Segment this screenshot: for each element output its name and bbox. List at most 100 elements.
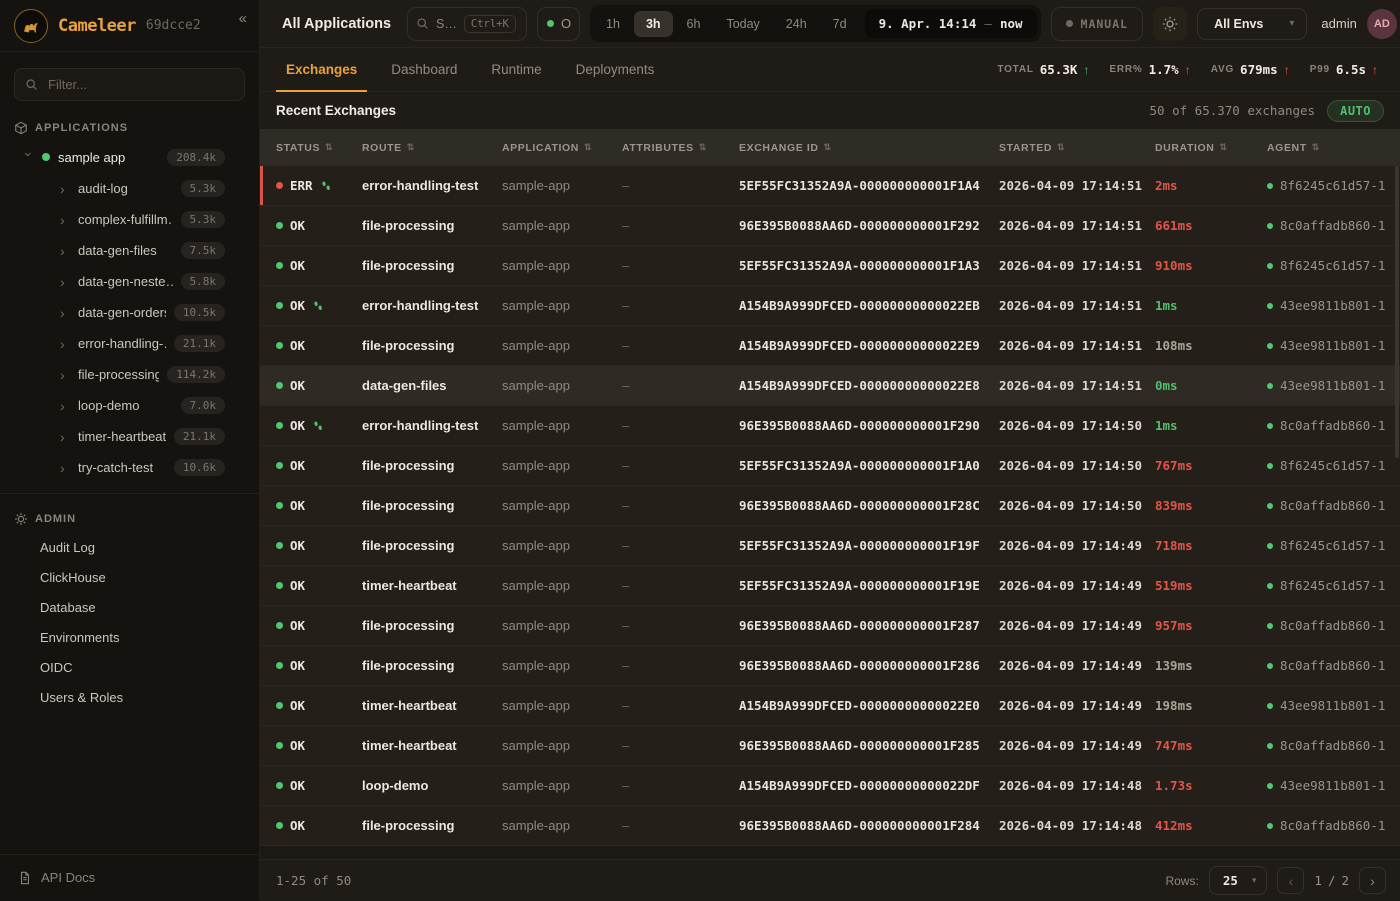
table-row[interactable]: OK file-processing sample-app – 5EF55FC3… bbox=[260, 246, 1400, 286]
agent-cell: 8c0affadb860-1 bbox=[1267, 658, 1400, 673]
column-header[interactable]: ATTRIBUTES ⇅ bbox=[622, 142, 739, 154]
route-label: data-gen-files bbox=[78, 243, 157, 258]
sidebar-route-item[interactable]: › try-catch-test 10.6k bbox=[0, 452, 259, 483]
global-search-box[interactable]: S… Ctrl+K bbox=[407, 7, 527, 41]
table-row[interactable]: OK file-processing sample-app – 96E395B0… bbox=[260, 206, 1400, 246]
table-row[interactable]: ERR error-handling-test sample-app – 5EF… bbox=[260, 166, 1400, 206]
status-cell: OK bbox=[276, 298, 362, 313]
sidebar-route-item[interactable]: › complex-fulfillm… 5.3k bbox=[0, 204, 259, 235]
route-cell: file-processing bbox=[362, 618, 502, 633]
table-row[interactable]: OK file-processing sample-app – A154B9A9… bbox=[260, 326, 1400, 366]
avatar[interactable]: AD bbox=[1367, 9, 1397, 39]
table-row[interactable]: OK timer-heartbeat sample-app – 5EF55FC3… bbox=[260, 566, 1400, 606]
column-header[interactable]: ROUTE ⇅ bbox=[362, 142, 502, 154]
chevron-right-icon[interactable]: › bbox=[60, 430, 70, 444]
duration-cell: 1ms bbox=[1155, 418, 1267, 433]
time-range-button[interactable]: Today bbox=[714, 11, 771, 37]
sidebar-route-item[interactable]: › data-gen-orders 10.5k bbox=[0, 297, 259, 328]
admin-menu-item[interactable]: Audit Log bbox=[0, 532, 259, 562]
sidebar-collapse-button[interactable]: « bbox=[239, 10, 247, 27]
chevron-down-icon[interactable]: › bbox=[22, 152, 36, 162]
chevron-right-icon[interactable]: › bbox=[60, 337, 70, 351]
tab[interactable]: Runtime bbox=[481, 48, 551, 91]
status-dot bbox=[276, 542, 283, 549]
agent-status-dot bbox=[1267, 783, 1273, 789]
column-header[interactable]: APPLICATION ⇅ bbox=[502, 142, 622, 154]
admin-menu-item[interactable]: Users & Roles bbox=[0, 682, 259, 712]
table-row[interactable]: OK timer-heartbeat sample-app – 96E395B0… bbox=[260, 726, 1400, 766]
filter-input[interactable] bbox=[46, 76, 234, 93]
agent-status-dot bbox=[1267, 263, 1273, 269]
status-dot bbox=[276, 662, 283, 669]
chevron-right-icon[interactable]: › bbox=[60, 275, 70, 289]
table-row[interactable]: OK file-processing sample-app – 5EF55FC3… bbox=[260, 526, 1400, 566]
chevron-right-icon[interactable]: › bbox=[60, 213, 70, 227]
chevron-right-icon[interactable]: › bbox=[60, 399, 70, 413]
sidebar-route-item[interactable]: › data-gen-files 7.5k bbox=[0, 235, 259, 266]
filter-box[interactable] bbox=[14, 68, 245, 101]
table-row[interactable]: OK data-gen-files sample-app – A154B9A99… bbox=[260, 366, 1400, 406]
chevron-right-icon[interactable]: › bbox=[60, 461, 70, 475]
route-tree: › audit-log 5.3k › complex-fulfillm… 5.3… bbox=[0, 173, 259, 483]
env-select[interactable]: All Envs ▾ bbox=[1197, 8, 1307, 40]
column-header[interactable]: EXCHANGE ID ⇅ bbox=[739, 142, 999, 154]
exchange-id-cell: 96E395B0088AA6D-000000000001F28C bbox=[739, 498, 999, 513]
application-cell: sample-app bbox=[502, 218, 622, 233]
admin-menu-item[interactable]: Environments bbox=[0, 622, 259, 652]
chevron-right-icon[interactable]: › bbox=[60, 182, 70, 196]
sidebar-route-item[interactable]: › loop-demo 7.0k bbox=[0, 390, 259, 421]
sidebar-route-item[interactable]: › timer-heartbeat 21.1k bbox=[0, 421, 259, 452]
column-header[interactable]: STATUS ⇅ bbox=[276, 142, 362, 154]
rows-per-page-select[interactable]: 25 ▾ bbox=[1209, 866, 1268, 895]
table-row[interactable]: OK loop-demo sample-app – A154B9A999DFCE… bbox=[260, 766, 1400, 806]
started-cell: 2026-04-09 17:14:49 bbox=[999, 738, 1155, 753]
admin-menu-item[interactable]: ClickHouse bbox=[0, 562, 259, 592]
tab[interactable]: Dashboard bbox=[381, 48, 467, 91]
prev-page-button[interactable]: ‹ bbox=[1277, 867, 1304, 894]
time-range-button[interactable]: 1h bbox=[594, 11, 632, 37]
started-cell: 2026-04-09 17:14:49 bbox=[999, 578, 1155, 593]
sidebar-route-item[interactable]: › audit-log 5.3k bbox=[0, 173, 259, 204]
manual-refresh-button[interactable]: MANUAL bbox=[1051, 7, 1144, 41]
column-header[interactable]: AGENT ⇅ bbox=[1267, 142, 1400, 154]
table-row[interactable]: OK file-processing sample-app – 96E395B0… bbox=[260, 606, 1400, 646]
time-range-button[interactable]: 7d bbox=[821, 11, 859, 37]
table-row[interactable]: OK timer-heartbeat sample-app – A154B9A9… bbox=[260, 686, 1400, 726]
time-range-button[interactable]: 24h bbox=[774, 11, 819, 37]
table-row[interactable]: OK file-processing sample-app – 96E395B0… bbox=[260, 806, 1400, 846]
api-docs-link[interactable]: API Docs bbox=[0, 854, 259, 900]
table-row[interactable]: OK file-processing sample-app – 5EF55FC3… bbox=[260, 446, 1400, 486]
table-row[interactable]: OK error-handling-test sample-app – 96E3… bbox=[260, 406, 1400, 446]
date-range-display[interactable]: 9. Apr. 14:14 – now bbox=[865, 9, 1037, 38]
table-row[interactable]: OK file-processing sample-app – 96E395B0… bbox=[260, 646, 1400, 686]
column-header[interactable]: DURATION ⇅ bbox=[1155, 142, 1267, 154]
admin-menu-item[interactable]: Database bbox=[0, 592, 259, 622]
chevron-right-icon[interactable]: › bbox=[60, 306, 70, 320]
stat-value: 65.3K bbox=[1040, 62, 1078, 77]
table-row[interactable]: OK file-processing sample-app – 96E395B0… bbox=[260, 486, 1400, 526]
exchange-id-cell: 96E395B0088AA6D-000000000001F284 bbox=[739, 818, 999, 833]
online-status-button[interactable]: O bbox=[537, 7, 580, 41]
status-dot bbox=[276, 262, 283, 269]
route-count-badge: 5.3k bbox=[181, 180, 226, 197]
sidebar-route-item[interactable]: › data-gen-neste… 5.8k bbox=[0, 266, 259, 297]
chevron-right-icon[interactable]: › bbox=[60, 244, 70, 258]
auto-refresh-badge[interactable]: AUTO bbox=[1327, 100, 1384, 122]
column-header[interactable]: STARTED ⇅ bbox=[999, 142, 1155, 154]
application-cell: sample-app bbox=[502, 698, 622, 713]
sidebar-app-sample-app[interactable]: › sample app 208.4k bbox=[0, 141, 259, 173]
status-text: OK bbox=[290, 338, 305, 353]
sidebar-route-item[interactable]: › error-handling-… 21.1k bbox=[0, 328, 259, 359]
chevron-right-icon[interactable]: › bbox=[60, 368, 70, 382]
time-range-button[interactable]: 6h bbox=[675, 11, 713, 37]
tab[interactable]: Exchanges bbox=[276, 48, 367, 91]
sidebar-route-item[interactable]: › file-processing 114.2k bbox=[0, 359, 259, 390]
scrollbar[interactable] bbox=[1395, 166, 1399, 458]
table-row[interactable]: OK error-handling-test sample-app – A154… bbox=[260, 286, 1400, 326]
theme-toggle-button[interactable] bbox=[1153, 7, 1187, 41]
time-range-button[interactable]: 3h bbox=[634, 11, 673, 37]
tab[interactable]: Deployments bbox=[566, 48, 665, 91]
admin-menu-item[interactable]: OIDC bbox=[0, 652, 259, 682]
page-total: 2 bbox=[1341, 873, 1349, 888]
next-page-button[interactable]: › bbox=[1359, 867, 1386, 894]
